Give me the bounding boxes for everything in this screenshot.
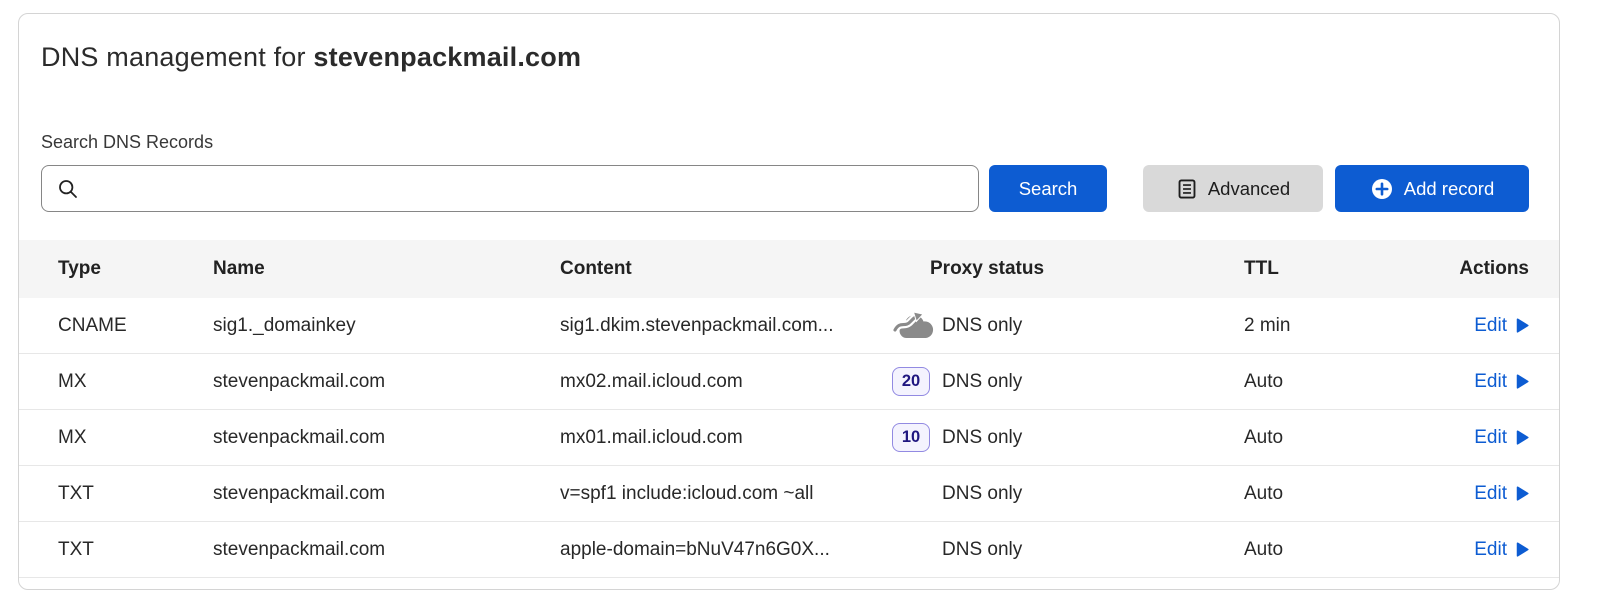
search-input[interactable] <box>42 166 978 211</box>
record-type: MX <box>58 371 213 393</box>
priority-badge: 10 <box>892 423 930 452</box>
edit-record-link[interactable]: Edit <box>1474 371 1529 393</box>
add-record-button-label: Add record <box>1404 178 1495 200</box>
record-ttl: Auto <box>1244 483 1390 505</box>
proxy-status-cell: 20 DNS only <box>892 367 1244 396</box>
proxy-status-text: DNS only <box>942 315 1022 337</box>
record-type: MX <box>58 427 213 449</box>
chevron-right-icon <box>1516 374 1529 389</box>
record-type: TXT <box>58 483 213 505</box>
proxy-status-cell: DNS only <box>892 483 1244 505</box>
dns-records-table: Type Name Content Proxy status TTL Actio… <box>19 240 1559 578</box>
chevron-right-icon <box>1516 542 1529 557</box>
chevron-right-icon <box>1516 486 1529 501</box>
advanced-button-label: Advanced <box>1208 178 1290 200</box>
search-button[interactable]: Search <box>989 165 1107 212</box>
list-document-icon <box>1176 178 1198 200</box>
table-row: TXT stevenpackmail.com v=spf1 include:ic… <box>19 466 1559 522</box>
proxy-status-text: DNS only <box>942 539 1022 561</box>
edit-link-label: Edit <box>1474 539 1507 561</box>
chevron-right-icon <box>1516 318 1529 333</box>
page-title-domain: stevenpackmail.com <box>313 42 581 72</box>
proxy-status-text: DNS only <box>942 483 1022 505</box>
column-header-name: Name <box>213 258 560 280</box>
proxy-status-cell: 10 DNS only <box>892 423 1244 452</box>
edit-link-label: Edit <box>1474 483 1507 505</box>
record-name: stevenpackmail.com <box>213 539 560 561</box>
chevron-right-icon <box>1516 430 1529 445</box>
column-header-ttl: TTL <box>1244 258 1390 280</box>
edit-record-link[interactable]: Edit <box>1474 539 1529 561</box>
record-name: stevenpackmail.com <box>213 427 560 449</box>
search-box <box>41 165 979 212</box>
dns-management-card: DNS management for stevenpackmail.com Se… <box>18 13 1560 590</box>
column-header-proxy-status: Proxy status <box>892 258 1244 280</box>
proxy-status-text: DNS only <box>942 371 1022 393</box>
edit-link-label: Edit <box>1474 427 1507 449</box>
record-content: apple-domain=bNuV47n6G0X... <box>560 539 892 561</box>
column-header-type: Type <box>58 258 213 280</box>
table-row: MX stevenpackmail.com mx01.mail.icloud.c… <box>19 410 1559 466</box>
record-content: mx01.mail.icloud.com <box>560 427 892 449</box>
record-content: mx02.mail.icloud.com <box>560 371 892 393</box>
advanced-button[interactable]: Advanced <box>1143 165 1323 212</box>
column-header-content: Content <box>560 258 892 280</box>
record-name: sig1._domainkey <box>213 315 560 337</box>
dns-controls: Search Advanced Add record <box>41 165 1529 212</box>
edit-link-label: Edit <box>1474 315 1507 337</box>
column-header-actions: Actions <box>1390 258 1529 280</box>
proxy-status-text: DNS only <box>942 427 1022 449</box>
record-ttl: Auto <box>1244 539 1390 561</box>
record-content: v=spf1 include:icloud.com ~all <box>560 483 892 505</box>
page-title-prefix: DNS management for <box>41 42 313 72</box>
edit-link-label: Edit <box>1474 371 1507 393</box>
edit-record-link[interactable]: Edit <box>1474 315 1529 337</box>
table-row: TXT stevenpackmail.com apple-domain=bNuV… <box>19 522 1559 578</box>
page-title: DNS management for stevenpackmail.com <box>41 42 581 73</box>
table-row: CNAME sig1._domainkey sig1.dkim.stevenpa… <box>19 298 1559 354</box>
record-ttl: Auto <box>1244 427 1390 449</box>
record-name: stevenpackmail.com <box>213 371 560 393</box>
record-type: TXT <box>58 539 213 561</box>
plus-circle-icon <box>1370 177 1394 201</box>
record-name: stevenpackmail.com <box>213 483 560 505</box>
edit-record-link[interactable]: Edit <box>1474 427 1529 449</box>
record-ttl: 2 min <box>1244 315 1390 337</box>
priority-badge: 20 <box>892 367 930 396</box>
record-ttl: Auto <box>1244 371 1390 393</box>
record-content: sig1.dkim.stevenpackmail.com... <box>560 315 892 337</box>
proxy-status-cell: DNS only <box>892 310 1244 341</box>
record-type: CNAME <box>58 315 213 337</box>
add-record-button[interactable]: Add record <box>1335 165 1529 212</box>
edit-record-link[interactable]: Edit <box>1474 483 1529 505</box>
table-header-row: Type Name Content Proxy status TTL Actio… <box>19 240 1559 298</box>
table-row: MX stevenpackmail.com mx02.mail.icloud.c… <box>19 354 1559 410</box>
search-icon <box>57 178 79 200</box>
search-label: Search DNS Records <box>41 132 213 153</box>
gray-cloud-arrow-icon <box>892 310 942 341</box>
proxy-status-cell: DNS only <box>892 539 1244 561</box>
